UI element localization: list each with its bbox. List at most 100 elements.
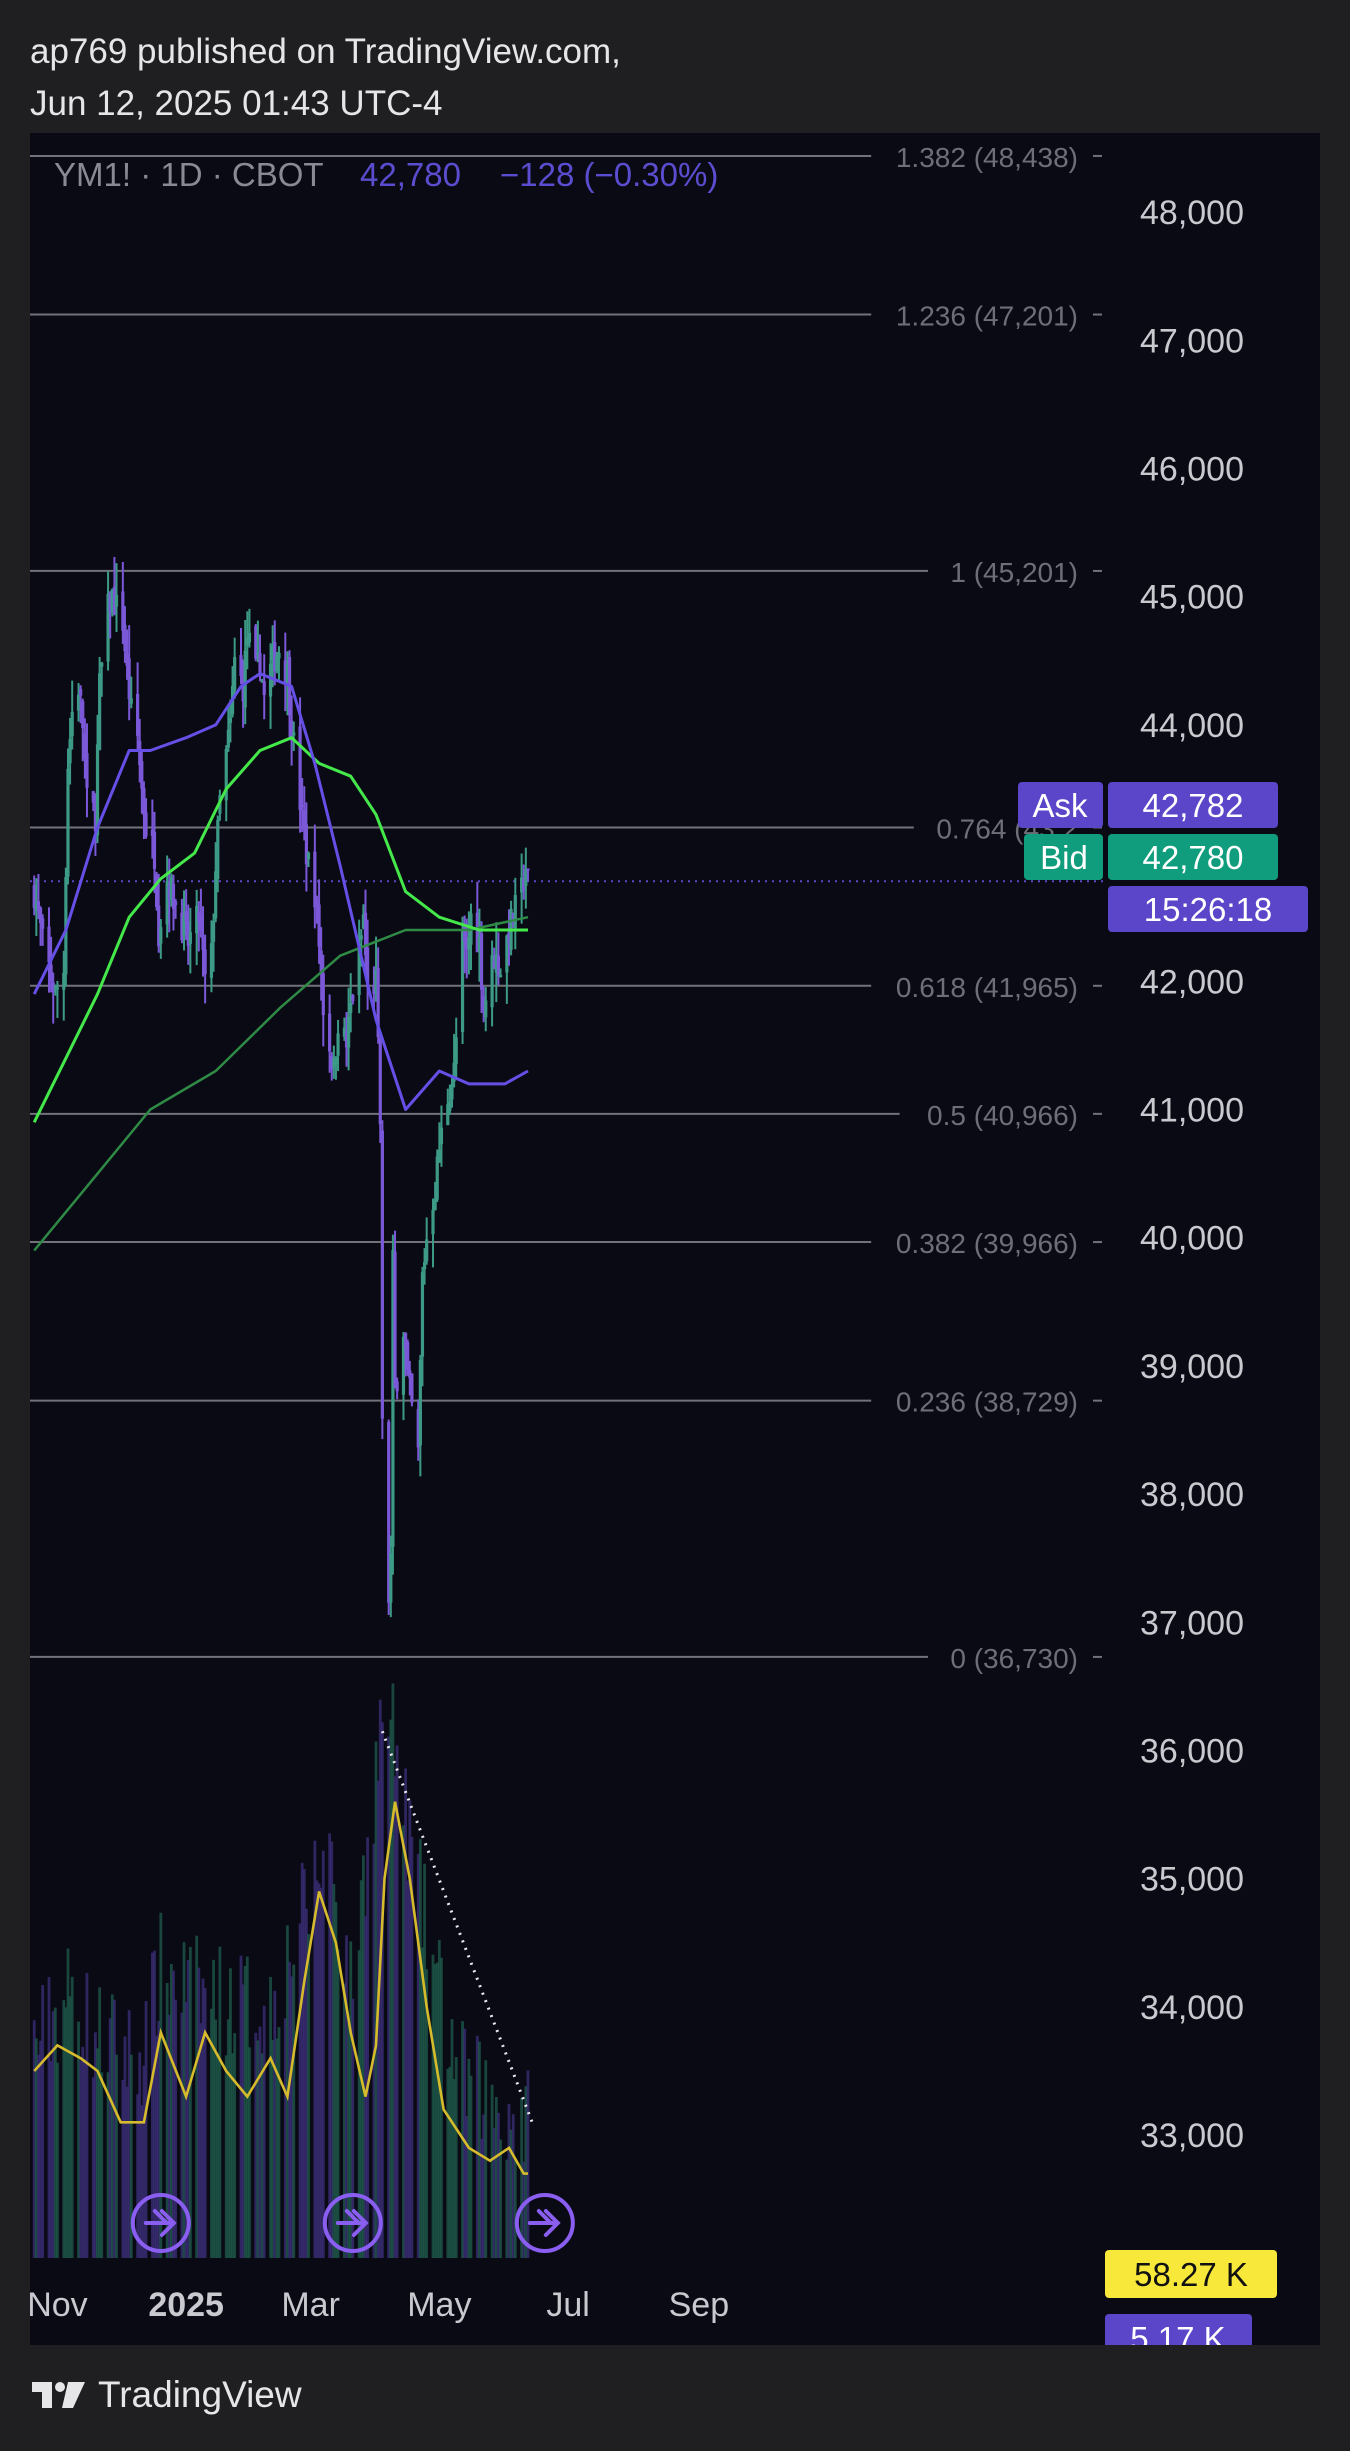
volume-bar (336, 1949, 340, 2258)
x-tick-label: Mar (281, 2286, 340, 2324)
symbol-change: −128 (−0.30%) (500, 156, 718, 193)
volume-bar (159, 1912, 163, 2258)
candle-body (393, 1251, 397, 1387)
y-tick-label: 37,000 (1140, 1604, 1244, 1642)
ask-value: 42,782 (1143, 787, 1244, 824)
candle-body (85, 753, 89, 788)
candle-body (395, 1381, 399, 1392)
candle-body (513, 895, 517, 929)
bid-label: Bid (1040, 839, 1088, 876)
fib-label-0: 1.382 (48,438) (896, 142, 1078, 173)
candle-body (439, 1127, 444, 1145)
bar-countdown: 15:26:18 (1144, 891, 1272, 928)
volume-bar (454, 2057, 458, 2258)
chart-panel[interactable]: 1.382 (48,438) 1.236 (47,201) 1 (45,201) 0.… (30, 133, 1320, 2345)
symbol-title: YM1! · 1D · CBOT (54, 156, 324, 193)
y-tick-label: 40,000 (1140, 1220, 1244, 1258)
volume-bar (248, 2047, 251, 2258)
candle-body (420, 1272, 425, 1357)
y-tick-label: 46,000 (1140, 451, 1244, 489)
candle-body (292, 732, 296, 736)
candle-body (188, 932, 192, 944)
publisher-header: ap769 published on TradingView.com, Jun … (30, 26, 621, 130)
candle-body (498, 974, 503, 978)
volume-bar (513, 2159, 517, 2258)
candle-body (425, 1239, 429, 1262)
volume-bar (115, 2054, 118, 2258)
event-arrow-icon (527, 2209, 561, 2237)
volume-bar (526, 2070, 530, 2258)
volume-bar (100, 2072, 104, 2258)
volume-bar (277, 2027, 281, 2258)
fib-label-6: 0.382 (39,966) (896, 1228, 1078, 1259)
y-tick-label: 44,000 (1140, 707, 1244, 745)
candle-body (454, 1037, 458, 1065)
candle-body (410, 1373, 414, 1403)
volume-bar (70, 1976, 74, 2258)
candle-body (359, 935, 363, 940)
fib-label-7: 0.236 (38,729) (896, 1387, 1078, 1418)
y-tick-label: 41,000 (1140, 1092, 1244, 1130)
fib-label-1: 1.236 (47,201) (896, 301, 1078, 332)
tradingview-logo-icon (32, 2382, 85, 2408)
volume-bar (380, 1722, 384, 2258)
candle-body (328, 1013, 332, 1052)
candle-body (55, 987, 60, 990)
volume-bar (174, 1999, 177, 2258)
y-tick-label: 47,000 (1140, 322, 1244, 360)
candle-body (70, 711, 74, 737)
candle-body (79, 688, 83, 696)
volume-bar (188, 1946, 192, 2258)
volume-bar (233, 2033, 237, 2258)
candle-body (479, 933, 484, 990)
y-tick-label: 39,000 (1140, 1348, 1244, 1386)
y-tick-label: 38,000 (1140, 1476, 1244, 1514)
volume-bar (144, 2001, 148, 2258)
publish-date: Jun 12, 2025 01:43 UTC-4 (30, 84, 443, 123)
x-tick-label: Sep (669, 2286, 730, 2324)
volume-bar (307, 1934, 310, 2258)
volume-bar (218, 1946, 222, 2258)
y-tick-label: 36,000 (1140, 1733, 1244, 1771)
footer-brand: TradingView (98, 2374, 302, 2415)
candle-body (277, 652, 281, 659)
candle-body (526, 868, 530, 871)
fib-label-8: 0 (36,730) (950, 1643, 1078, 1674)
y-tick-label: 48,000 (1140, 194, 1244, 232)
volume-bar (203, 1988, 207, 2258)
volume-bar (262, 2005, 266, 2258)
y-tick-label: 34,000 (1140, 1989, 1244, 2027)
candle-body (306, 852, 311, 860)
candle-body (262, 681, 266, 695)
candle-body (173, 901, 178, 906)
candle-body (159, 927, 163, 944)
candle-body (100, 662, 104, 667)
candle-body (41, 918, 45, 929)
volume-bar (499, 2139, 502, 2258)
volume-bar (292, 1964, 296, 2258)
candle-body (336, 1033, 340, 1056)
candlestick-chart[interactable]: 1.382 (48,438) 1.236 (47,201) 1 (45,201) 0.… (30, 133, 1320, 2345)
volume-bar (321, 1850, 325, 2258)
volume-bar (41, 1984, 45, 2258)
fib-label-4: 0.618 (41,965) (896, 972, 1078, 1003)
y-tick-label: 45,000 (1140, 579, 1244, 617)
candle-body (216, 819, 220, 879)
candle-body (66, 768, 70, 877)
candle-body (378, 1038, 382, 1125)
fib-label-5: 0.5 (40,966) (927, 1100, 1078, 1131)
volume-bar (469, 2075, 473, 2258)
x-tick-label: Jul (546, 2286, 589, 2324)
candle-body (431, 1209, 435, 1235)
symbol-price: 42,780 (360, 156, 461, 193)
candle-body (203, 949, 207, 975)
candle-body (211, 921, 216, 942)
volume-value: 5.17 K (1130, 2320, 1225, 2345)
y-tick-label: 35,000 (1140, 1861, 1244, 1899)
bid-value: 42,780 (1143, 839, 1244, 876)
candle-body (484, 1000, 488, 1018)
volume-bar (56, 2062, 59, 2258)
ask-label: Ask (1032, 787, 1088, 824)
y-tick-label: 33,000 (1140, 2117, 1244, 2155)
candle-body (129, 698, 133, 704)
